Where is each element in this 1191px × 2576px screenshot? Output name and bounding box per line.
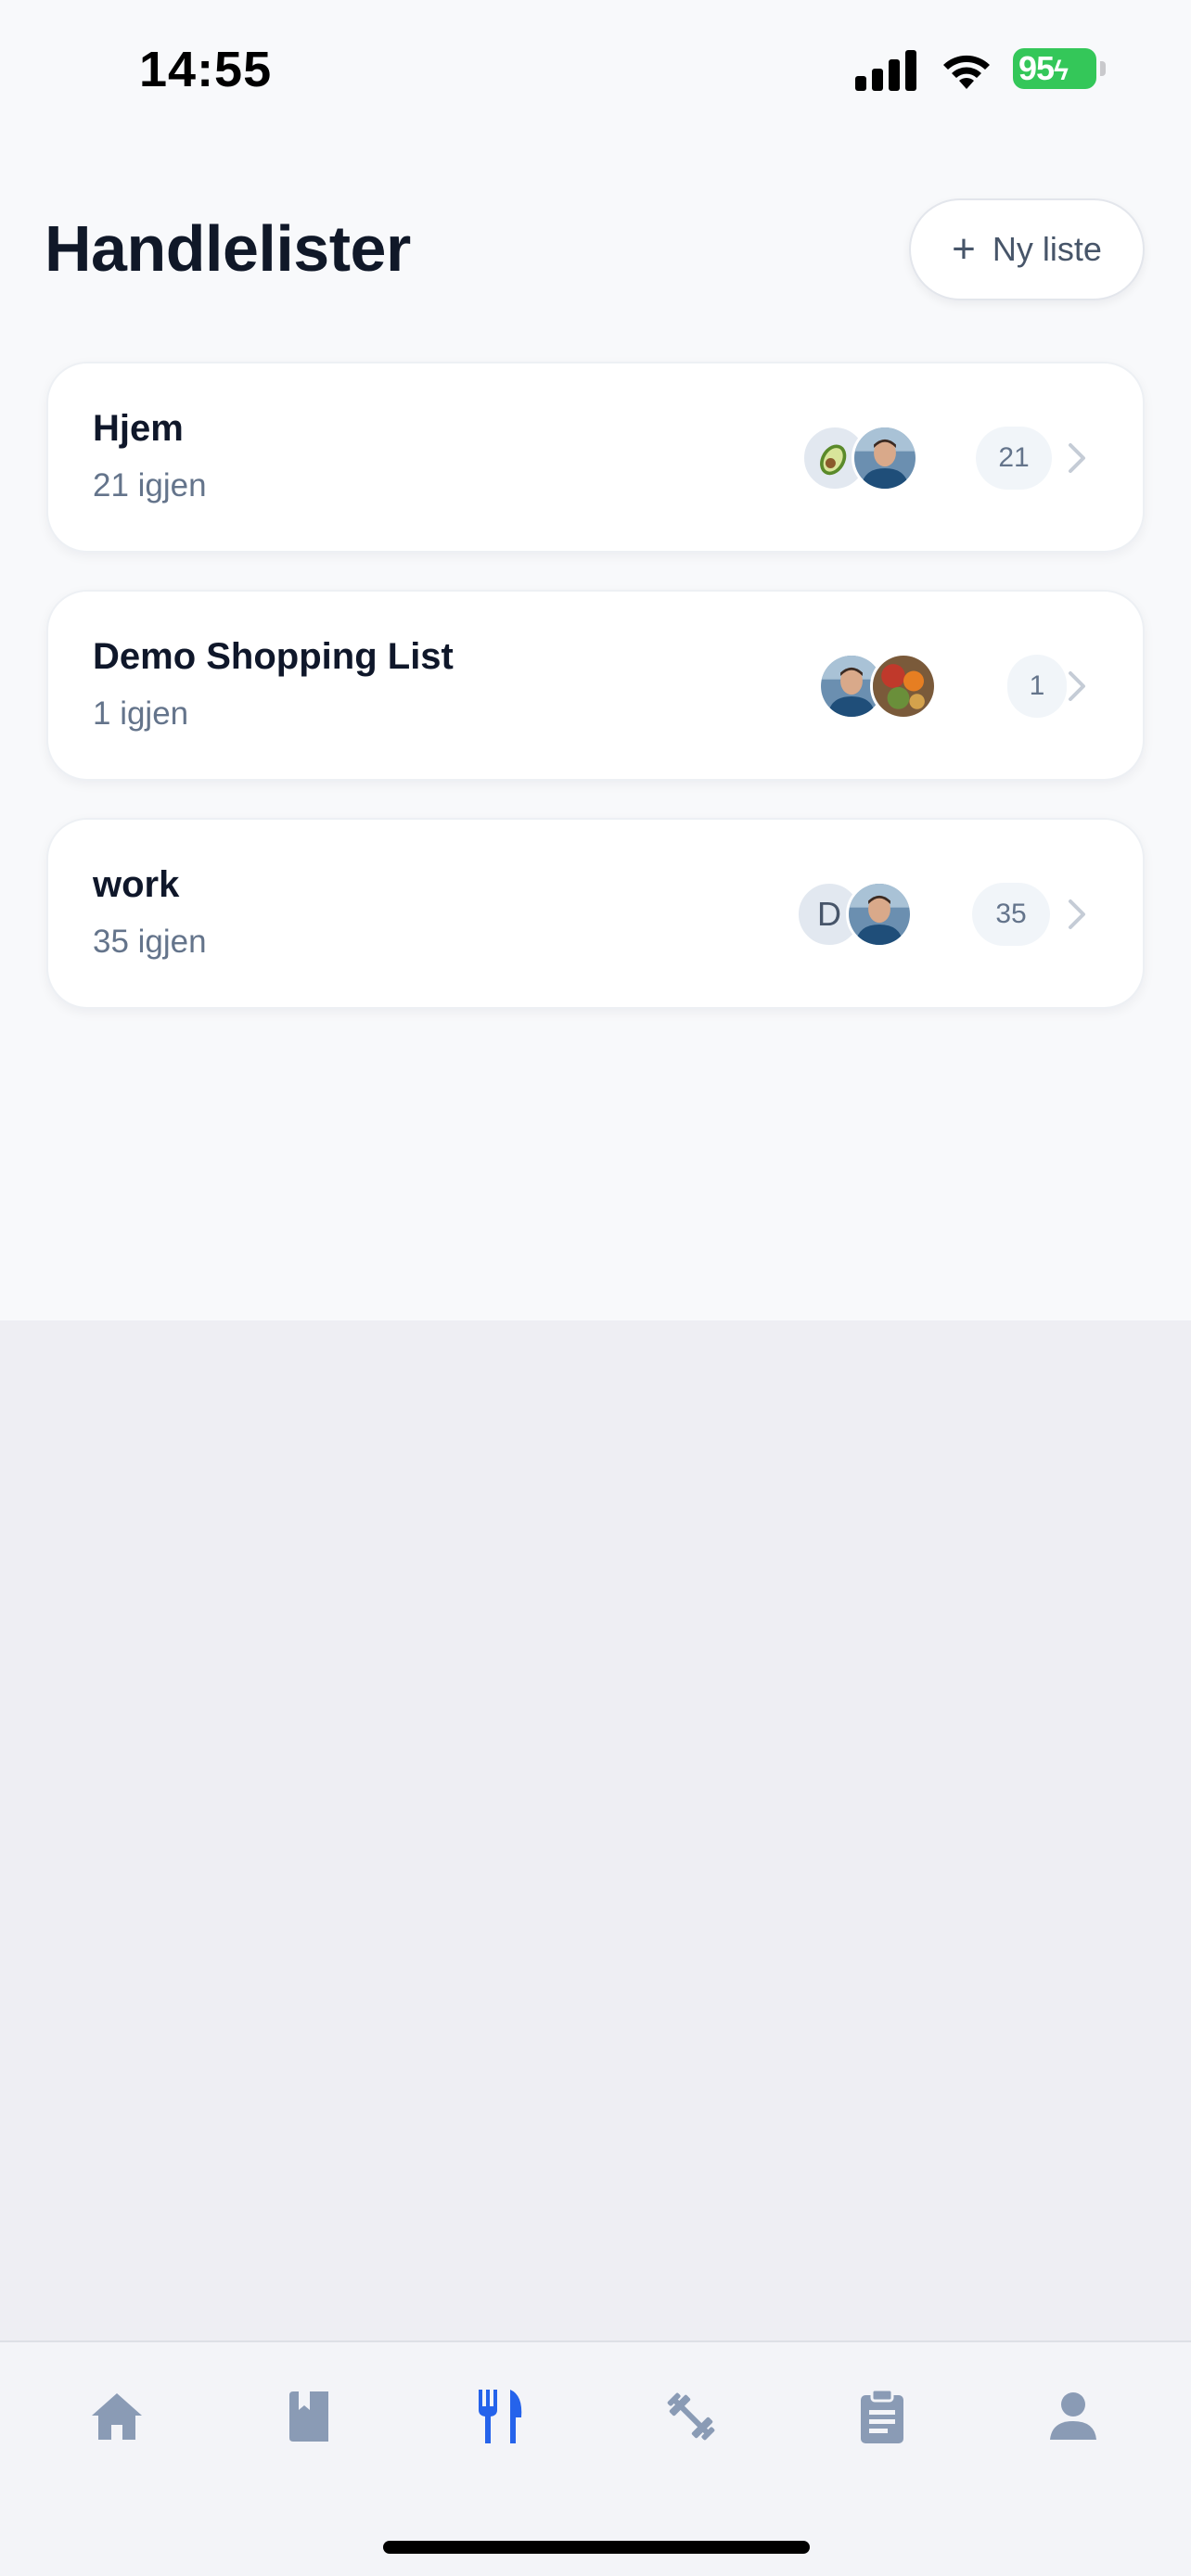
list-card-work[interactable]: work 35 igjen D 35: [46, 818, 1145, 1009]
item-count-badge: 21: [976, 427, 1052, 490]
dumbbell-icon: [667, 2392, 715, 2441]
tab-shopping[interactable]: [463, 2379, 537, 2454]
battery-cap: [1100, 61, 1106, 76]
status-time: 14:55: [139, 42, 273, 97]
user-photo-avatar: [852, 425, 918, 491]
new-list-label: Ny liste: [992, 230, 1102, 268]
chevron-right-icon: [1069, 443, 1085, 473]
fork-knife-icon: [479, 2390, 522, 2443]
signal-icon: [855, 50, 916, 91]
chevron-right-icon: [1069, 671, 1085, 701]
battery-icon: 95ϟ: [1013, 48, 1096, 89]
plus-icon: +: [952, 226, 976, 272]
item-count-badge: 1: [1007, 655, 1067, 718]
item-count-badge: 35: [972, 883, 1050, 946]
battery-level: 95: [1018, 49, 1055, 87]
list-name: Hjem: [93, 408, 184, 449]
person-icon: [1050, 2392, 1096, 2440]
chevron-right-icon: [1069, 899, 1085, 929]
tab-profile[interactable]: [1036, 2379, 1110, 2454]
home-icon: [92, 2393, 142, 2440]
list-name: work: [93, 864, 180, 905]
page-title: Handlelister: [45, 212, 411, 285]
book-icon: [289, 2391, 328, 2442]
list-name: Demo Shopping List: [93, 636, 454, 677]
food-photo-avatar: [870, 653, 937, 720]
home-indicator: [383, 2541, 810, 2554]
tab-recipes[interactable]: [272, 2379, 346, 2454]
tab-home[interactable]: [80, 2379, 154, 2454]
list-remaining: 35 igjen: [93, 924, 207, 960]
user-photo-avatar: [846, 881, 913, 948]
list-card-hjem[interactable]: Hjem 21 igjen 21: [46, 362, 1145, 553]
list-card-demo-shopping-list[interactable]: Demo Shopping List 1 igjen 1: [46, 590, 1145, 781]
bolt-icon: ϟ: [1054, 56, 1069, 86]
tab-training[interactable]: [654, 2379, 728, 2454]
tab-tasks[interactable]: [845, 2379, 919, 2454]
new-list-button[interactable]: + Ny liste: [909, 198, 1145, 300]
wifi-icon: [943, 55, 990, 89]
list-remaining: 21 igjen: [93, 467, 207, 504]
list-remaining: 1 igjen: [93, 695, 189, 732]
clipboard-icon: [861, 2388, 903, 2443]
